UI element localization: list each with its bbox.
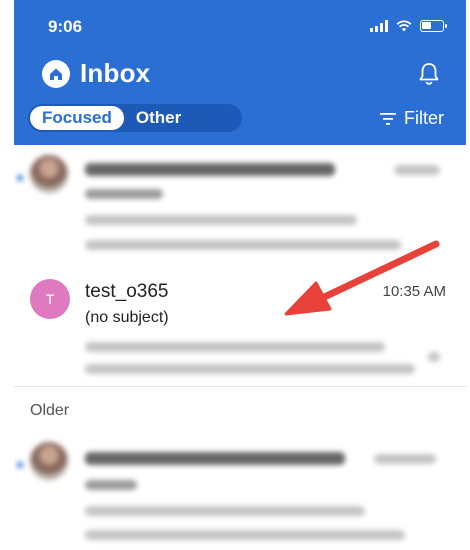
status-icons: [370, 20, 447, 32]
unread-indicator: [17, 175, 23, 181]
filter-button[interactable]: Filter: [380, 108, 444, 129]
cellular-signal-icon: [370, 20, 388, 32]
filter-icon: [380, 112, 396, 125]
bell-icon[interactable]: [418, 62, 440, 86]
filter-label: Filter: [404, 108, 444, 128]
title-row: Inbox: [42, 58, 150, 89]
section-header-older: Older: [30, 402, 70, 419]
unread-indicator: [17, 462, 23, 468]
avatar: [30, 155, 68, 193]
status-time: 9:06: [48, 17, 83, 36]
inbox-header: 9:06 Inbox Focused Other Filter: [14, 0, 466, 145]
tab-focused[interactable]: Focused: [30, 106, 124, 130]
list-item-redacted-1[interactable]: [14, 145, 466, 265]
message-preview-redacted: [14, 330, 466, 380]
battery-icon: [420, 20, 447, 32]
avatar: T: [30, 279, 70, 319]
message-time: 10:35 AM: [382, 283, 446, 300]
section-divider: [14, 386, 466, 387]
inbox-tab-switcher: Focused Other: [28, 104, 242, 132]
home-icon[interactable]: [42, 59, 70, 88]
tab-other[interactable]: Other: [124, 108, 181, 128]
page-title: Inbox: [80, 58, 151, 88]
message-subject: (no subject): [85, 309, 169, 326]
wifi-icon: [396, 20, 412, 32]
avatar: [30, 442, 68, 480]
phone-screen: 9:06 Inbox Focused Other Filter T test_o…: [14, 0, 466, 550]
list-item-redacted-2[interactable]: [14, 430, 466, 550]
message-sender: test_o365: [85, 281, 169, 302]
